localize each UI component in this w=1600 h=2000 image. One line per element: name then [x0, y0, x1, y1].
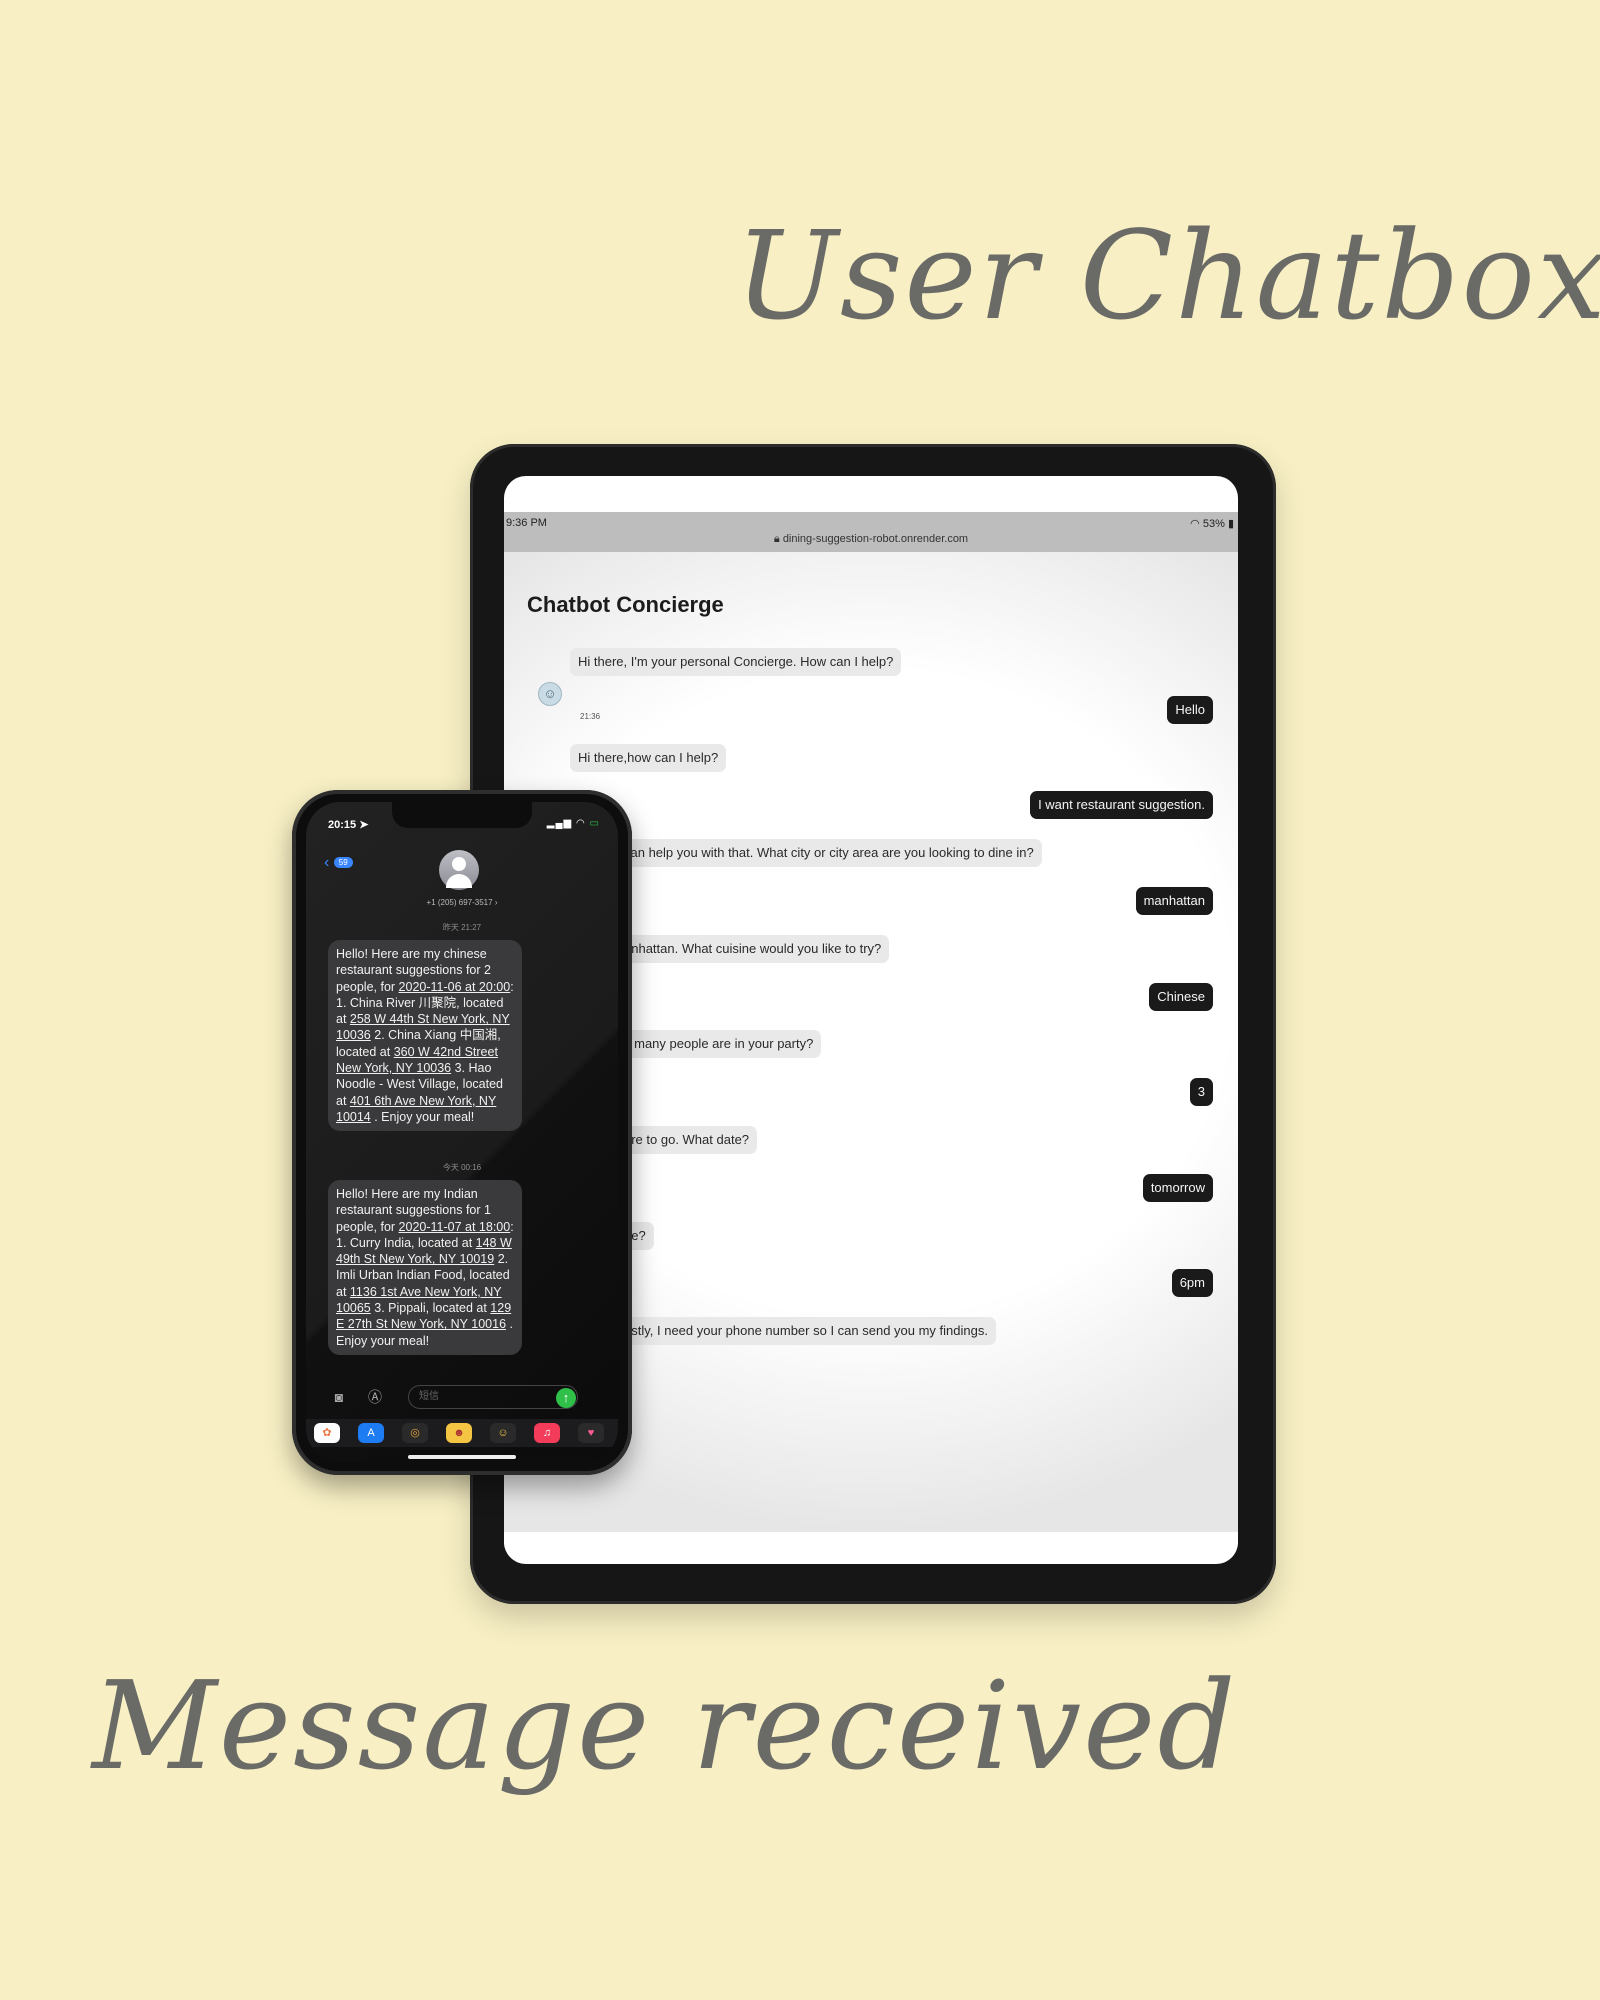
send-arrow-icon[interactable]: ↑: [556, 1388, 576, 1408]
user-message: I want restaurant suggestion.: [1030, 791, 1213, 819]
battery-icon: ▮: [1227, 518, 1234, 530]
imessage-app-tray: ✿ A ◎ ☻ ☺ ♫ ♥: [306, 1419, 618, 1447]
user-message: Hello: [1167, 696, 1213, 724]
user-message: 6pm: [1171, 1269, 1213, 1297]
contact-number-text: +1 (205) 697-3517: [426, 898, 493, 907]
heart-icon[interactable]: ♥: [578, 1423, 604, 1443]
sms-bubble-1: Hello! Here are my chinese restaurant su…: [328, 940, 522, 1132]
address-bar-url: dining-suggestion-robot.onrender.com: [782, 533, 969, 545]
bot-message: astly, I need your phone number so I can…: [616, 1317, 996, 1345]
chevron-right-icon: ›: [494, 898, 498, 907]
chevron-left-icon: ‹: [324, 854, 330, 871]
sms-timestamp-2: 今天 00:16: [442, 1163, 482, 1172]
tablet-battery: ◠ 53% ▮: [1190, 517, 1234, 530]
robot-avatar-icon: ☺: [538, 682, 562, 706]
lock-icon: 🔒︎: [773, 533, 780, 545]
app-title: Chatbot Concierge: [527, 592, 724, 617]
phone-notch: [392, 802, 532, 828]
animoji-icon[interactable]: ☺: [490, 1423, 516, 1443]
user-message: Chinese: [1149, 983, 1213, 1011]
bot-message: Hi there, I'm your personal Concierge. H…: [570, 648, 902, 676]
bot-message: ore to go. What date?: [616, 1126, 758, 1154]
music-icon[interactable]: ♫: [534, 1423, 560, 1443]
phone-device: 20:15 ➤ ▂▄▆ ◠ ▭ ‹ 59 +1 (205) 697-3517 ›…: [292, 790, 632, 1475]
bot-message: Hi there,how can I help?: [570, 744, 727, 772]
app-store-icon[interactable]: Ⓐ: [364, 1386, 386, 1408]
contact-avatar-icon[interactable]: [439, 850, 479, 890]
home-indicator: [408, 1455, 516, 1459]
page-heading-message-received: Message received: [92, 1655, 1238, 1797]
bot-message: v many people are in your party?: [616, 1030, 822, 1058]
sms-timestamp-1: 昨天 21:27: [442, 923, 482, 932]
tablet-status-bar: 9:36 PM ◠ 53% ▮ 🔒︎ dining-suggestion-rob…: [504, 512, 1238, 552]
sms-text: . Enjoy your meal!: [370, 1109, 475, 1124]
phone-status-time: 20:15 ➤: [328, 818, 368, 831]
photos-icon[interactable]: ✿: [314, 1423, 340, 1443]
page-heading-user-chatbox: User Chatbox: [735, 205, 1600, 347]
tablet-battery-percent: 53%: [1202, 518, 1225, 530]
contact-number[interactable]: +1 (205) 697-3517 ›: [306, 898, 618, 907]
back-button[interactable]: ‹ 59: [324, 854, 353, 872]
wifi-icon: ◠: [576, 818, 586, 829]
phone-screen: 20:15 ➤ ▂▄▆ ◠ ▭ ‹ 59 +1 (205) 697-3517 ›…: [306, 802, 618, 1462]
activity-icon[interactable]: ◎: [402, 1423, 428, 1443]
user-message: manhattan: [1135, 887, 1213, 915]
sms-compose-input[interactable]: 短信: [408, 1385, 578, 1409]
phone-signal-icons: ▂▄▆ ◠ ▭: [547, 818, 600, 829]
signal-icon: ▂▄▆: [546, 818, 573, 829]
wifi-icon: ◠: [1190, 518, 1200, 530]
tablet-bottom-bezel: [504, 1532, 1238, 1564]
sms-link[interactable]: 2020-11-06 at 20:00: [399, 980, 511, 994]
address-bar[interactable]: 🔒︎ dining-suggestion-robot.onrender.com: [504, 533, 1238, 546]
message-timestamp: 21:36: [580, 712, 601, 721]
bot-message: can help you with that. What city or cit…: [616, 839, 1042, 867]
user-message: tomorrow: [1142, 1174, 1213, 1202]
location-arrow-icon: ➤: [359, 819, 369, 831]
user-message: 3: [1189, 1078, 1213, 1106]
phone-time-text: 20:15: [328, 819, 357, 831]
sms-bubble-2: Hello! Here are my Indian restaurant sug…: [328, 1180, 522, 1355]
bot-message: anhattan. What cuisine would you like to…: [616, 935, 890, 963]
sms-link[interactable]: 2020-11-07 at 18:00: [399, 1220, 511, 1234]
memoji-icon[interactable]: ☻: [446, 1423, 472, 1443]
app-store-icon[interactable]: A: [358, 1423, 384, 1443]
unread-badge: 59: [333, 857, 353, 869]
sms-text: 3. Pippali, located at: [370, 1301, 491, 1316]
tablet-status-time: 9:36 PM: [506, 517, 547, 529]
camera-icon[interactable]: ◙: [328, 1386, 350, 1408]
battery-icon: ▭: [589, 818, 600, 829]
